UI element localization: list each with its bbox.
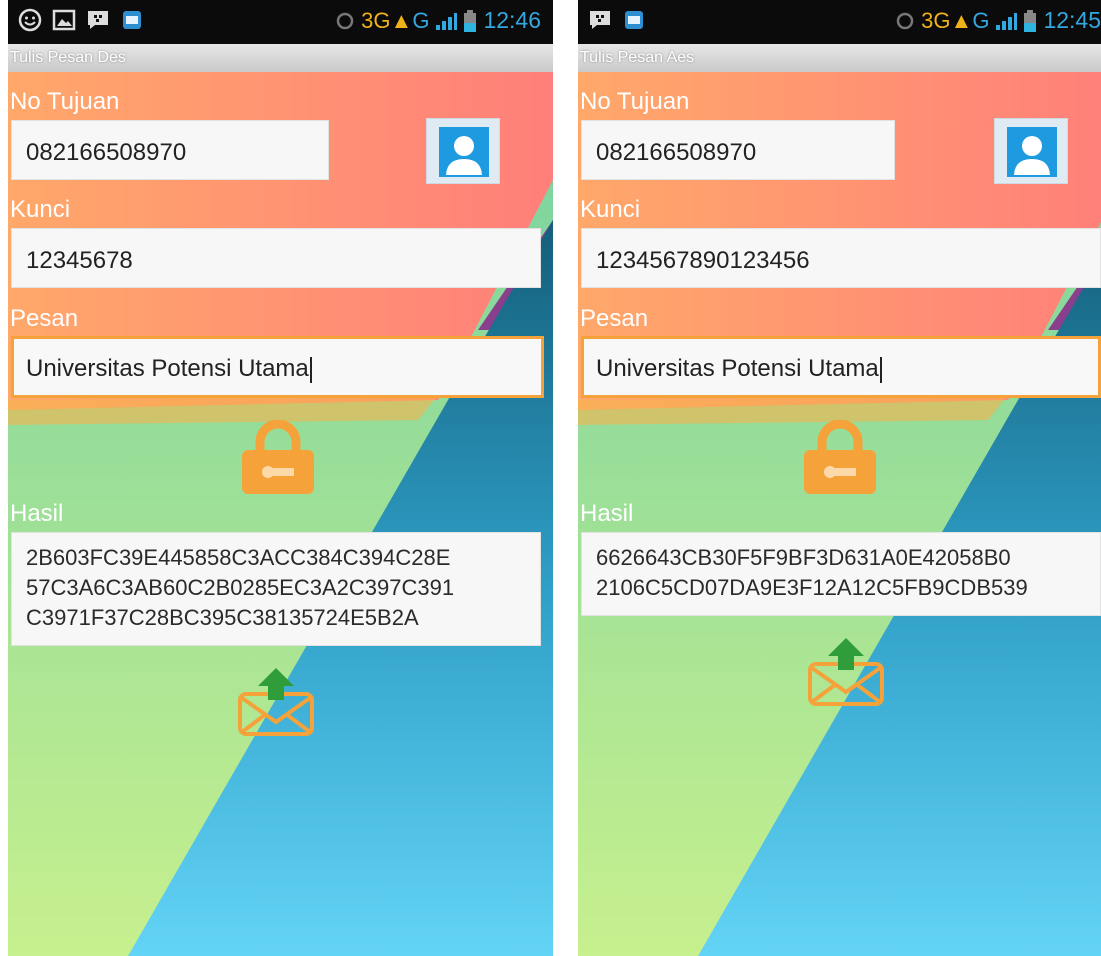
app-title: Tulis Pesan Des: [10, 49, 126, 66]
phone-screen-aes: 3G▲G 12:45 Tulis Pesan Aes No Tujuan 082…: [578, 0, 1101, 956]
sync-icon: [336, 12, 354, 29]
phone-screen-des: 3G▲G 12:46 Tulis Pesan Des No Tujuan 082…: [8, 0, 553, 956]
signal-strength-icon: [996, 12, 1018, 30]
kunci-input[interactable]: 12345678: [11, 228, 541, 288]
kunci-value: 1234567890123456: [596, 247, 810, 274]
contact-person-icon: [1007, 127, 1057, 177]
status-bar: 3G▲G 12:45: [578, 0, 1101, 44]
no-tujuan-input[interactable]: 082166508970: [581, 120, 895, 180]
battery-icon: [1024, 9, 1037, 32]
send-envelope-icon: [238, 668, 314, 736]
encrypt-button[interactable]: [238, 419, 318, 501]
pesan-value: Universitas Potensi Utama: [26, 355, 312, 383]
gallery-notification-icon: [52, 9, 76, 31]
hasil-label: Hasil: [10, 500, 64, 527]
send-button[interactable]: [806, 638, 886, 713]
no-tujuan-label: No Tujuan: [580, 88, 690, 115]
pesan-label: Pesan: [580, 305, 649, 332]
status-bar: 3G▲G 12:46: [8, 0, 553, 44]
pesan-input[interactable]: Universitas Potensi Utama: [11, 336, 544, 398]
hasil-text: 2B603FC39E445858C3ACC384C394C28E 57C3A6C3…: [26, 545, 455, 630]
pick-contact-button[interactable]: [426, 118, 500, 184]
hasil-text: 6626643CB30F5F9BF3D631A0E42058B0 2106C5CD…: [596, 545, 1028, 600]
clock: 12:46: [483, 7, 541, 33]
bbm-notification-icon: [88, 11, 108, 29]
app-notification-icon: [625, 11, 643, 29]
send-envelope-icon: [808, 638, 884, 706]
kunci-label: Kunci: [10, 196, 71, 223]
no-tujuan-value: 082166508970: [26, 139, 187, 166]
pick-contact-button[interactable]: [994, 118, 1068, 184]
kunci-label: Kunci: [580, 196, 641, 223]
no-tujuan-input[interactable]: 082166508970: [11, 120, 329, 180]
pesan-value: Universitas Potensi Utama: [596, 355, 882, 383]
network-type: 3G▲G: [921, 7, 990, 33]
no-tujuan-value: 082166508970: [596, 139, 757, 166]
text-cursor: [309, 356, 312, 383]
kunci-input[interactable]: 1234567890123456: [581, 228, 1101, 288]
app-title-bar: Tulis Pesan Des: [8, 44, 553, 72]
bbm-notification-icon: [590, 11, 610, 29]
smiley-notification-icon: [18, 8, 42, 32]
send-button[interactable]: [236, 668, 316, 743]
network-type: 3G▲G: [361, 7, 430, 33]
signal-strength-icon: [436, 12, 458, 30]
encrypt-button[interactable]: [800, 419, 880, 501]
kunci-value: 12345678: [26, 247, 133, 274]
padlock-icon: [804, 419, 876, 494]
contact-person-icon: [439, 127, 489, 177]
text-cursor: [879, 356, 882, 383]
sync-icon: [896, 12, 914, 29]
app-title: Tulis Pesan Aes: [580, 49, 695, 66]
pesan-label: Pesan: [10, 305, 79, 332]
battery-icon: [464, 9, 477, 32]
pesan-input[interactable]: Universitas Potensi Utama: [581, 336, 1101, 398]
no-tujuan-label: No Tujuan: [10, 88, 120, 115]
app-notification-icon: [123, 11, 141, 29]
hasil-output[interactable]: 2B603FC39E445858C3ACC384C394C28E 57C3A6C3…: [11, 532, 541, 646]
app-title-bar: Tulis Pesan Aes: [578, 44, 1101, 72]
hasil-output[interactable]: 6626643CB30F5F9BF3D631A0E42058B0 2106C5CD…: [581, 532, 1101, 616]
padlock-icon: [242, 419, 314, 494]
hasil-label: Hasil: [580, 500, 634, 527]
clock: 12:45: [1043, 7, 1101, 33]
